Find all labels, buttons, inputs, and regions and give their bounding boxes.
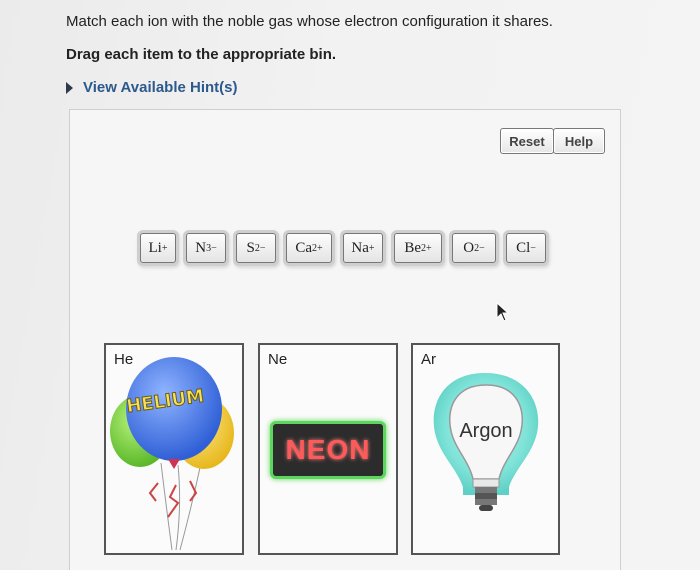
- view-hints-link[interactable]: View Available Hint(s): [66, 79, 238, 96]
- ion-charge: −: [530, 242, 536, 254]
- ion-charge: 3−: [206, 242, 217, 254]
- mouse-cursor-icon: [496, 302, 510, 322]
- ion-token-cl[interactable]: Cl −: [506, 233, 546, 263]
- ion-symbol: Li: [148, 239, 162, 256]
- ion-charge: 2−: [474, 242, 485, 254]
- bin-ne[interactable]: Ne NEON: [258, 343, 398, 555]
- bin-he[interactable]: He HELIUM: [104, 343, 244, 555]
- ion-symbol: N: [195, 239, 207, 256]
- ion-symbol: Na: [351, 239, 369, 256]
- ion-token-na[interactable]: Na +: [343, 233, 383, 263]
- ion-token-li[interactable]: Li +: [140, 233, 176, 263]
- ion-charge: +: [161, 242, 168, 254]
- bin-label: Ne: [268, 351, 288, 368]
- ion-token-n[interactable]: N 3−: [186, 233, 226, 263]
- caret-right-icon: [66, 81, 73, 94]
- ion-charge: 2+: [312, 242, 323, 254]
- ion-charge: 2−: [254, 242, 266, 254]
- view-hints-label: View Available Hint(s): [83, 79, 238, 96]
- neon-text: NEON: [285, 434, 371, 465]
- ion-token-o[interactable]: O 2−: [452, 233, 496, 263]
- ion-charge: +: [368, 242, 375, 254]
- bin-ar[interactable]: Ar Argon: [411, 343, 560, 555]
- ion-symbol: O: [463, 239, 475, 256]
- helium-balloons-image: HELIUM: [110, 357, 234, 551]
- instruction-text: Drag each item to the appropriate bin.: [66, 46, 337, 63]
- ion-token-be[interactable]: Be 2+: [394, 233, 442, 263]
- ion-symbol: Be: [404, 239, 422, 256]
- reset-button[interactable]: Reset: [500, 128, 554, 154]
- neon-sign-image: NEON: [270, 421, 386, 479]
- help-button[interactable]: Help: [553, 128, 605, 154]
- ion-token-s[interactable]: S 2−: [236, 233, 276, 263]
- ion-token-ca[interactable]: Ca 2+: [286, 233, 332, 263]
- ion-symbol: Cl: [516, 239, 531, 256]
- ion-charge: 2+: [421, 242, 432, 254]
- argon-text: Argon: [459, 420, 512, 442]
- ion-symbol: Ca: [295, 239, 313, 256]
- ion-symbol: S: [246, 239, 255, 256]
- question-text: Match each ion with the noble gas whose …: [66, 13, 553, 30]
- argon-bulb-image: Argon: [433, 373, 539, 511]
